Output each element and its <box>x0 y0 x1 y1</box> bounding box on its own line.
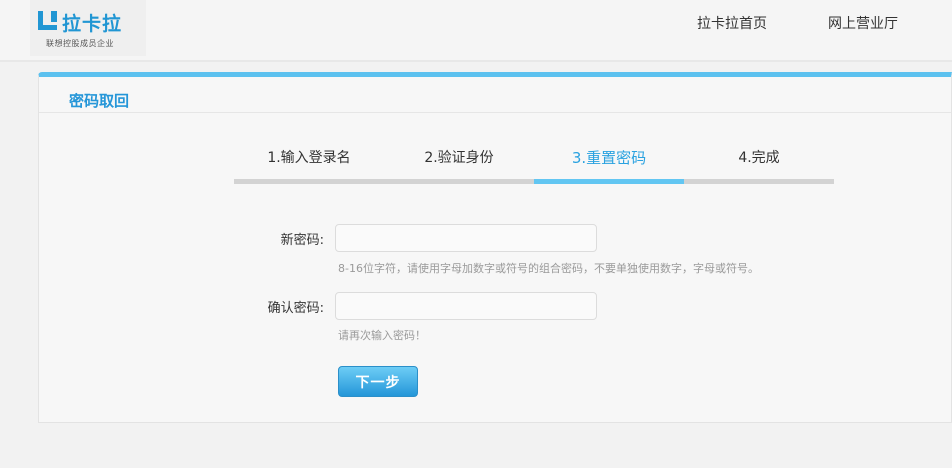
panel-divider <box>39 112 951 113</box>
panel-title: 密码取回 <box>69 92 130 110</box>
step-bar <box>384 179 534 184</box>
step-label: 4.完成 <box>738 150 780 166</box>
step-complete: 4.完成 <box>684 147 834 184</box>
new-password-hint: 8-16位字符，请使用字母加数字或符号的组合密码，不要单独使用数字，字母或符号。 <box>338 262 759 275</box>
step-bar-active <box>534 179 684 184</box>
progress-steps: 1.输入登录名 2.验证身份 3.重置密码 4.完成 <box>234 147 834 187</box>
logo-text: 拉卡拉 <box>62 13 123 35</box>
confirm-password-input[interactable] <box>335 292 597 320</box>
step-label: 2.验证身份 <box>424 150 494 166</box>
logo[interactable]: 拉卡拉 联想控股成员企业 <box>30 0 146 56</box>
step-label: 1.输入登录名 <box>267 150 351 166</box>
step-verify-identity: 2.验证身份 <box>384 147 534 184</box>
step-bar <box>234 179 384 184</box>
nav-link-online-hall[interactable]: 网上营业厅 <box>828 13 898 33</box>
step-bar <box>684 179 834 184</box>
new-password-label: 新密码: <box>280 233 324 248</box>
step-reset-password: 3.重置密码 <box>534 147 684 184</box>
next-step-button[interactable]: 下一步 <box>338 366 418 397</box>
new-password-input[interactable] <box>335 224 597 252</box>
lakala-logo-icon <box>38 11 57 30</box>
confirm-password-hint: 请再次输入密码！ <box>338 329 426 342</box>
confirm-password-label: 确认密码: <box>267 301 324 316</box>
logo-subtext: 联想控股成员企业 <box>46 39 114 48</box>
password-recovery-panel: 密码取回 1.输入登录名 2.验证身份 3.重置密码 4.完成 新密码: 8-1… <box>38 72 952 423</box>
step-label: 3.重置密码 <box>571 149 647 167</box>
site-header: 拉卡拉 联想控股成员企业 拉卡拉首页 网上营业厅 <box>0 0 952 62</box>
step-enter-login-name: 1.输入登录名 <box>234 147 384 184</box>
nav-link-home[interactable]: 拉卡拉首页 <box>697 13 767 33</box>
